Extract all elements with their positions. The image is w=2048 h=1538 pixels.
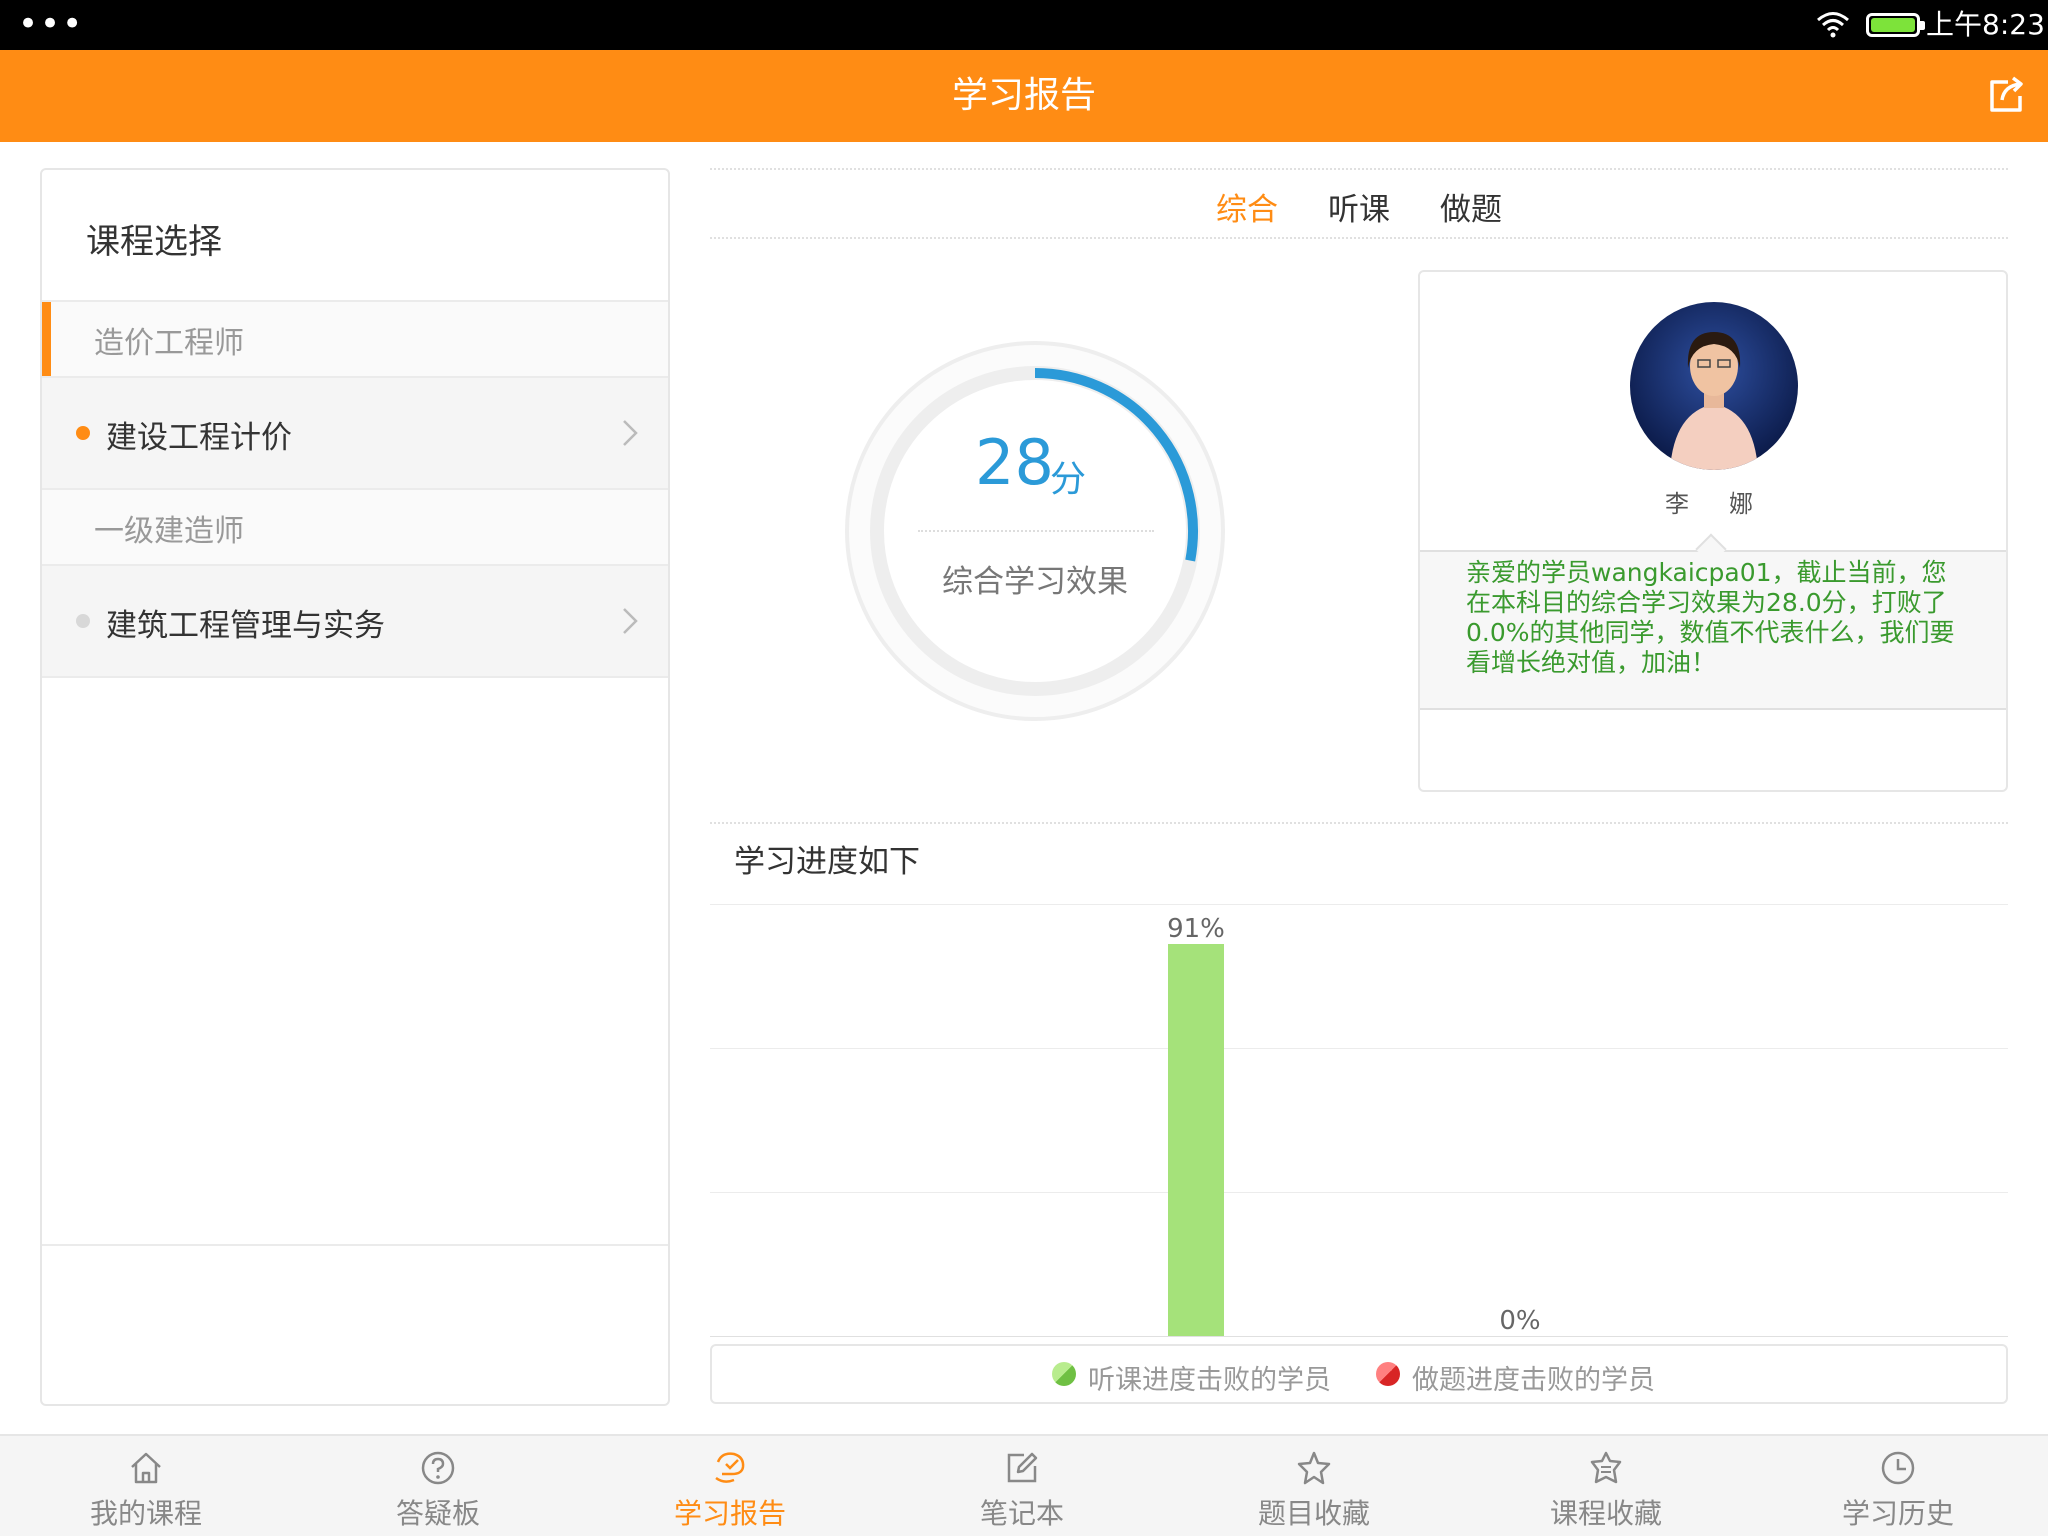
edit-icon	[1007, 1452, 1038, 1483]
nav-label: 笔记本	[979, 1497, 1064, 1530]
bar-exercises-value-label: 0%	[1499, 1306, 1541, 1336]
score-label: 综合学习效果	[942, 564, 1128, 600]
teacher-message-box: 亲爱的学员wangkaicpa01，截止当前，您在本科目的综合学习效果为28.0…	[1420, 550, 2006, 710]
category-header: 一级建造师	[42, 490, 668, 564]
tabs-top-divider	[710, 168, 2008, 170]
nav-qa-board[interactable]: 答疑板	[292, 1436, 584, 1538]
status-time: 上午8:23	[1926, 8, 2045, 41]
clock-icon	[1881, 1451, 1915, 1485]
legend-green-dot-icon	[1052, 1362, 1076, 1386]
chevron-right-icon	[623, 420, 638, 446]
nav-label: 我的课程	[89, 1497, 202, 1530]
home-icon	[131, 1452, 161, 1484]
progress-title: 学习进度如下	[734, 844, 920, 880]
tabs-bottom-divider	[710, 237, 2008, 239]
chart-x-axis	[710, 1336, 2008, 1337]
bar-listening	[1168, 943, 1224, 1336]
course-item[interactable]: 建筑工程管理与实务	[42, 566, 668, 676]
battery-icon	[1866, 13, 1925, 37]
nav-my-courses[interactable]: 我的课程	[0, 1436, 292, 1538]
course-label: 建筑工程管理与实务	[106, 608, 385, 644]
teacher-card: 李 娜 亲爱的学员wangkaicpa01，截止当前，您在本科目的综合学习效果为…	[1418, 270, 2008, 792]
score-unit: 分	[1050, 459, 1087, 500]
app-header: 学习报告	[0, 50, 2048, 142]
tab-listening[interactable]: 听课	[1328, 184, 1390, 229]
course-favorite-icon	[1590, 1451, 1622, 1484]
active-dot-icon	[76, 426, 90, 440]
wifi-icon	[1817, 12, 1849, 38]
divider	[42, 1244, 668, 1246]
question-icon	[421, 1451, 455, 1485]
teacher-avatar	[1630, 302, 1798, 470]
bar-listening-value-label: 91%	[1167, 913, 1225, 944]
legend-red-dot-icon	[1376, 1362, 1400, 1386]
teacher-message: 亲爱的学员wangkaicpa01，截止当前，您在本科目的综合学习效果为28.0…	[1466, 558, 1955, 677]
category-label: 一级建造师	[94, 514, 244, 549]
nav-label: 学习报告	[673, 1497, 786, 1530]
star-icon	[1297, 1451, 1331, 1485]
chart-legend: 听课进度击败的学员 做题进度击败的学员	[710, 1344, 2008, 1404]
nav-question-favorites[interactable]: 题目收藏	[1168, 1436, 1460, 1538]
chart-gridline	[710, 1048, 2008, 1049]
share-icon[interactable]	[1986, 76, 2026, 116]
nav-label: 答疑板	[395, 1497, 480, 1530]
chart-gridline	[710, 1192, 2008, 1193]
chart-gridline	[710, 904, 2008, 905]
progress-divider	[710, 822, 2008, 824]
page-title: 学习报告	[951, 75, 1096, 116]
nav-label: 题目收藏	[1257, 1497, 1370, 1530]
score-value: 28	[975, 426, 1054, 499]
score-divider	[918, 530, 1154, 532]
report-icon	[715, 1452, 745, 1483]
chevron-right-icon	[623, 608, 638, 634]
nav-study-history[interactable]: 学习历史	[1752, 1436, 2044, 1538]
divider	[42, 676, 668, 678]
course-select-title: 课程选择	[86, 222, 222, 262]
tab-exercises[interactable]: 做题	[1440, 184, 1502, 229]
course-item[interactable]: 建设工程计价	[42, 378, 668, 488]
nav-study-report[interactable]: 学习报告	[584, 1436, 876, 1538]
bottom-navigation: 我的课程 答疑板 学习报告 笔记本 题目收藏 课程收藏 学习历史	[0, 1434, 2048, 1536]
nav-label: 课程收藏	[1549, 1497, 1662, 1530]
legend-exercises-label: 做题进度击败的学员	[1412, 1365, 1655, 1396]
course-label: 建设工程计价	[106, 420, 292, 456]
status-bar: ••• 上午8:23	[0, 0, 2048, 50]
legend-listening-label: 听课进度击败的学员	[1088, 1365, 1331, 1396]
tab-comprehensive[interactable]: 综合	[1216, 184, 1278, 229]
status-menu-dots: •••	[18, 4, 85, 44]
inactive-dot-icon	[76, 614, 90, 628]
nav-label: 学习历史	[1841, 1497, 1954, 1530]
nav-course-favorites[interactable]: 课程收藏	[1460, 1436, 1752, 1538]
category-header: 造价工程师	[42, 302, 668, 376]
category-label: 造价工程师	[94, 326, 244, 361]
nav-notebook[interactable]: 笔记本	[876, 1436, 1168, 1538]
teacher-name: 李 娜	[1665, 490, 1761, 518]
active-indicator	[42, 302, 51, 376]
course-select-panel: 课程选择 造价工程师 建设工程计价 一级建造师 建筑工程管理与实务	[40, 168, 670, 1406]
